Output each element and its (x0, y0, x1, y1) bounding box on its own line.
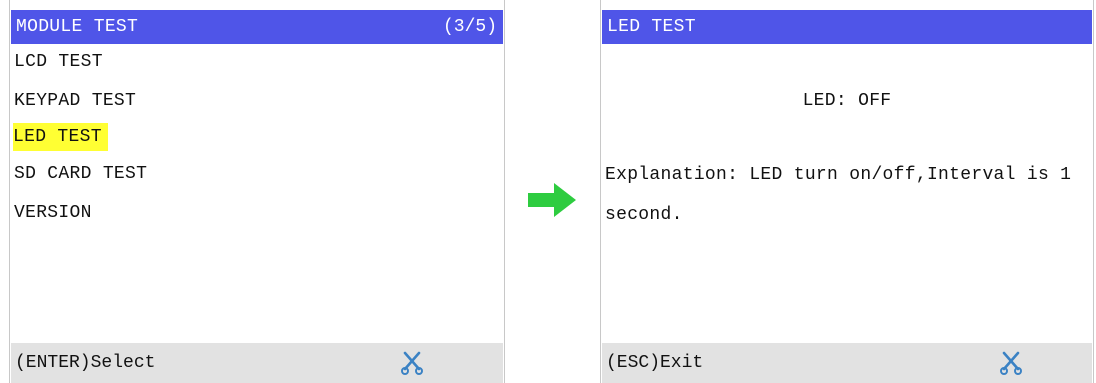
title-bar: MODULE TEST (3/5) (11, 10, 503, 44)
explanation-text: Explanation: LED turn on/off,Interval is… (605, 165, 1072, 225)
title-bar: LED TEST (602, 10, 1092, 44)
tools-icon (1000, 351, 1022, 375)
status-bar: (ENTER)Select (11, 343, 503, 383)
tools-icon (401, 351, 423, 375)
led-status-text: LED: OFF (802, 91, 892, 111)
menu-item-keypad-test[interactable]: KEYPAD TEST (14, 87, 136, 115)
screen-title: LED TEST (607, 17, 696, 37)
status-hint-exit: (ESC)Exit (606, 353, 704, 373)
module-test-screen: MODULE TEST (3/5) LCD TEST KEYPAD TEST L… (9, 0, 505, 383)
menu-item-version[interactable]: VERSION (14, 199, 92, 227)
menu-item-led-test[interactable]: LED TEST (13, 123, 108, 151)
screen-title: MODULE TEST (16, 17, 139, 37)
menu-item-lcd-test[interactable]: LCD TEST (14, 48, 103, 76)
menu-item-sd-card-test[interactable]: SD CARD TEST (14, 160, 147, 188)
status-bar: (ESC)Exit (602, 343, 1092, 383)
page-indicator: (3/5) (442, 17, 497, 37)
status-hint-select: (ENTER)Select (15, 353, 156, 373)
led-test-screen: LED TEST LED: OFF Explanation: LED turn … (600, 0, 1094, 383)
right-arrow-icon (528, 183, 576, 217)
